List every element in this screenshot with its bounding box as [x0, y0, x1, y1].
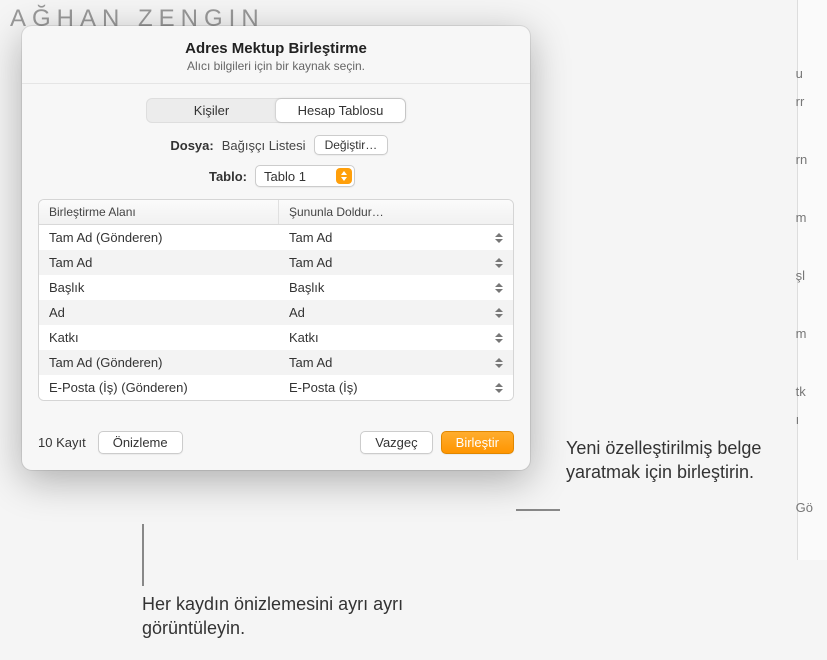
updown-stepper-icon	[494, 357, 507, 369]
callout-merge: Yeni özelleştirilmiş belge yaratmak için…	[566, 436, 806, 485]
source-form: Dosya: Bağışçı Listesi Değiştir… Tablo: …	[22, 135, 530, 199]
table-row[interactable]: E-Posta (İş) (Gönderen) E-Posta (İş)	[39, 375, 513, 400]
source-segmented-control: Kişiler Hesap Tablosu	[146, 98, 406, 123]
updown-stepper-icon	[494, 307, 507, 319]
segment-contacts[interactable]: Kişiler	[147, 99, 276, 122]
populate-cell[interactable]: Tam Ad	[279, 351, 513, 374]
cancel-button[interactable]: Vazgeç	[360, 431, 432, 454]
table-row[interactable]: Tam Ad Tam Ad	[39, 250, 513, 275]
merge-field-cell: Ad	[39, 300, 279, 325]
populate-cell[interactable]: Ad	[279, 301, 513, 324]
table-row[interactable]: Tam Ad (Gönderen) Tam Ad	[39, 225, 513, 250]
dialog-subtitle: Alıcı bilgileri için bir kaynak seçin.	[38, 59, 514, 73]
merge-field-cell: Katkı	[39, 325, 279, 350]
change-file-button[interactable]: Değiştir…	[314, 135, 389, 155]
table-row[interactable]: Başlık Başlık	[39, 275, 513, 300]
dialog-title: Adres Mektup Birleştirme	[38, 40, 514, 57]
table-body[interactable]: Tam Ad (Gönderen) Tam Ad Tam Ad Tam Ad	[39, 225, 513, 400]
table-label: Tablo:	[197, 169, 247, 184]
file-row: Dosya: Bağışçı Listesi Değiştir…	[164, 135, 389, 155]
populate-cell[interactable]: Başlık	[279, 276, 513, 299]
updown-stepper-icon	[494, 257, 507, 269]
table-row: Tablo: Tablo 1	[197, 165, 355, 187]
merge-field-cell: Başlık	[39, 275, 279, 300]
table-row[interactable]: Katkı Katkı	[39, 325, 513, 350]
merge-field-cell: Tam Ad (Gönderen)	[39, 225, 279, 250]
updown-stepper-icon	[494, 282, 507, 294]
dialog-header: Adres Mektup Birleştirme Alıcı bilgileri…	[22, 26, 530, 84]
table-select[interactable]: Tablo 1	[255, 165, 355, 187]
table-header: Birleştirme Alanı Şununla Doldur…	[39, 200, 513, 225]
populate-cell[interactable]: Katkı	[279, 326, 513, 349]
updown-stepper-icon	[494, 332, 507, 344]
populate-cell[interactable]: Tam Ad	[279, 251, 513, 274]
populate-cell[interactable]: Tam Ad	[279, 226, 513, 249]
table-row[interactable]: Ad Ad	[39, 300, 513, 325]
col-merge-field[interactable]: Birleştirme Alanı	[39, 200, 279, 224]
merge-field-cell: Tam Ad (Gönderen)	[39, 350, 279, 375]
updown-stepper-icon	[494, 232, 507, 244]
record-count: 10 Kayıt	[38, 435, 86, 450]
updown-arrows-icon	[336, 168, 352, 184]
merge-button[interactable]: Birleştir	[441, 431, 514, 454]
file-value: Bağışçı Listesi	[222, 138, 306, 153]
segment-spreadsheet[interactable]: Hesap Tablosu	[276, 99, 405, 122]
mail-merge-dialog: Adres Mektup Birleştirme Alıcı bilgileri…	[22, 26, 530, 470]
callout-preview-line	[142, 524, 144, 586]
callout-preview: Her kaydın önizlemesini ayrı ayrı görünt…	[142, 592, 442, 641]
updown-stepper-icon	[494, 382, 507, 394]
dialog-footer: 10 Kayıt Önizleme Vazgeç Birleştir	[22, 415, 530, 470]
table-row[interactable]: Tam Ad (Gönderen) Tam Ad	[39, 350, 513, 375]
file-label: Dosya:	[164, 138, 214, 153]
table-select-value: Tablo 1	[264, 169, 330, 184]
preview-button[interactable]: Önizleme	[98, 431, 183, 454]
merge-fields-table: Birleştirme Alanı Şununla Doldur… Tam Ad…	[38, 199, 514, 401]
callout-merge-line	[516, 509, 560, 511]
populate-cell[interactable]: E-Posta (İş)	[279, 376, 513, 399]
merge-field-cell: Tam Ad	[39, 250, 279, 275]
merge-field-cell: E-Posta (İş) (Gönderen)	[39, 375, 279, 400]
col-populate-with[interactable]: Şununla Doldur…	[279, 200, 513, 224]
